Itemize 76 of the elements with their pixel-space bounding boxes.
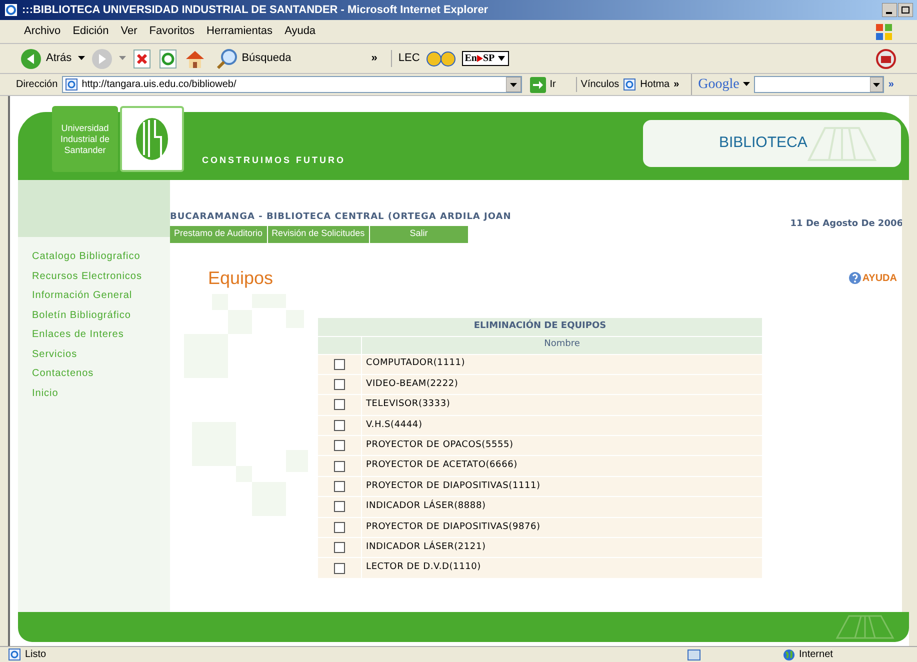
overflow-chevron[interactable]: »: [371, 50, 378, 67]
table-cell-text: PROYECTOR DE OPACOS(5555): [365, 439, 514, 452]
dropdown-icon[interactable]: [78, 56, 85, 61]
checkbox[interactable]: [334, 399, 345, 410]
slogan: CONSTRUIMOS FUTURO: [202, 154, 346, 167]
restore-icon[interactable]: [898, 3, 913, 17]
checkbox[interactable]: [334, 379, 345, 390]
page-icon: [623, 78, 636, 91]
stop-icon[interactable]: [132, 48, 152, 68]
zone-label: Internet: [799, 648, 834, 662]
windows-logo-icon: [875, 22, 893, 40]
menu-item[interactable]: Herramientas: [206, 23, 273, 40]
ie-icon: [4, 3, 18, 17]
menu-item[interactable]: Favoritos: [149, 23, 195, 40]
google-button[interactable]: Google: [691, 74, 740, 95]
book-icon: [835, 614, 895, 640]
coins-icon: [426, 50, 456, 66]
date-label: 11 De Agosto De 2006: [790, 218, 903, 231]
go-button[interactable]: Ir: [530, 76, 556, 92]
table-title: ELIMINACIÓN DE EQUIPOS: [318, 318, 762, 336]
menu-item[interactable]: Ver: [120, 23, 138, 40]
checkbox[interactable]: [334, 481, 345, 492]
arrow-right-icon: [477, 55, 483, 62]
menu-item[interactable]: Ayuda: [284, 23, 316, 40]
column-header: Nombre: [362, 336, 762, 354]
uis-logo-icon: [135, 117, 169, 161]
address-label: Dirección: [16, 78, 58, 92]
table-cell-text: LECTOR DE D.V.D(1110): [365, 561, 482, 574]
table-cell-text: VIDEO-BEAM(2222): [365, 378, 460, 391]
section-title: BIBLIOTECA: [719, 133, 808, 154]
checkbox[interactable]: [334, 522, 345, 533]
dropdown-icon: [870, 77, 884, 92]
page-heading: Equipos: [208, 266, 274, 290]
checkbox[interactable]: [334, 358, 345, 370]
checkbox[interactable]: [334, 501, 345, 512]
menu-item[interactable]: Archivo: [24, 23, 61, 40]
search-button[interactable]: Búsqueda: [216, 48, 292, 70]
overflow-chevron[interactable]: »: [674, 77, 680, 92]
checkbox[interactable]: [334, 460, 345, 472]
search-field[interactable]: [754, 76, 884, 93]
location-title: BUCARAMANGA - BIBLIOTECA CENTRAL (ORTEGA ARDILA JOAN: [170, 211, 512, 224]
pdf-icon[interactable]: [875, 48, 897, 70]
table-cell-text: PROYECTOR DE ACETATO(6666): [365, 459, 518, 472]
refresh-icon[interactable]: [158, 48, 178, 68]
table-cell-text: TELEVISOR(3333): [365, 398, 452, 412]
globe-icon: [783, 648, 795, 660]
page-icon: [8, 648, 21, 661]
table-cell-text: COMPUTADOR(1111): [365, 357, 466, 370]
links-label: Vínculos: [576, 77, 620, 92]
link-button[interactable]: Hotma: [623, 77, 670, 92]
magnifier-icon: [216, 48, 238, 70]
university-name: Universidad Industrial de Santander: [59, 122, 111, 156]
table-cell-text: INDICADOR LÁSER(2121): [365, 540, 487, 554]
checkbox[interactable]: [334, 420, 345, 431]
checkbox[interactable]: [334, 440, 345, 452]
translate-dropdown[interactable]: En SP: [462, 51, 509, 66]
lec-label: LEC: [391, 50, 420, 67]
minimize-icon[interactable]: [882, 3, 897, 17]
back-button[interactable]: Atrás: [20, 48, 72, 70]
checkbox[interactable]: [334, 562, 345, 574]
overflow-chevron[interactable]: »: [888, 77, 894, 92]
help-icon: [848, 271, 862, 285]
caret-icon: [496, 56, 506, 62]
book-icon: [807, 126, 878, 162]
table-cell-text: INDICADOR LÁSER(8888): [365, 498, 487, 514]
page-icon: [64, 78, 78, 91]
menu-item[interactable]: Edición: [72, 23, 109, 40]
window-title: :::BIBLIOTECA UNIVERSIDAD INDUSTRIAL DE SANTANDER - Microsoft Internet Explorer: [22, 2, 490, 18]
table-cell-text: PROYECTOR DE DIAPOSITIVAS(9876): [365, 520, 542, 534]
checkbox[interactable]: [334, 542, 345, 554]
dropdown-icon: [506, 77, 521, 92]
table-cell-text: V.H.S(4444): [365, 418, 424, 432]
status-text: Listo: [25, 648, 48, 662]
address-field[interactable]: http://tangara.uis.edu.co/biblioweb/: [62, 76, 522, 93]
dropdown-icon[interactable]: [743, 82, 750, 87]
table-cell-text: PROYECTOR DE DIAPOSITIVAS(1111): [365, 480, 542, 493]
